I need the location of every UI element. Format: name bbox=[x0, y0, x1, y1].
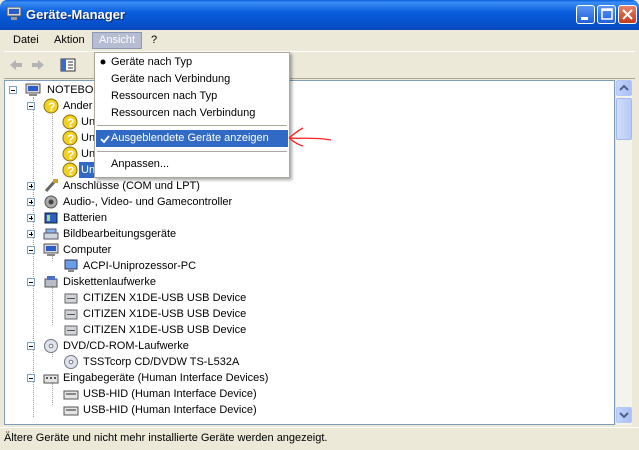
window-title: Geräte-Manager bbox=[26, 7, 125, 22]
tree-category-label: Eingabegeräte (Human Interface Devices) bbox=[63, 372, 269, 384]
tree-category-other-label: Ander bbox=[63, 100, 93, 112]
tree-category-label: Batterien bbox=[63, 212, 108, 224]
computer-icon bbox=[6, 7, 22, 20]
menu-datei[interactable]: Datei bbox=[7, 32, 45, 49]
speaker-icon bbox=[44, 195, 58, 209]
expand-toggle[interactable] bbox=[27, 182, 35, 190]
svg-text:?: ? bbox=[67, 164, 74, 178]
tree-item-label: TSSTcorp CD/DVDW TS-L532A bbox=[83, 356, 240, 368]
close-button[interactable] bbox=[618, 5, 637, 24]
menu-item-label: Geräte nach Verbindung bbox=[111, 73, 231, 85]
menu-item-devices-by-type[interactable]: Geräte nach Typ bbox=[96, 54, 288, 71]
svg-text:?: ? bbox=[67, 116, 74, 130]
menu-ansicht[interactable]: Ansicht bbox=[92, 32, 143, 49]
collapse-toggle[interactable] bbox=[27, 102, 35, 110]
menu-item-show-hidden-devices[interactable]: Ausgeblendete Geräte anzeigen bbox=[96, 130, 288, 147]
tree-item-label: CITIZEN X1DE-USB USB Device bbox=[83, 324, 247, 336]
menu-aktion[interactable]: Aktion bbox=[48, 32, 91, 49]
scroll-down-button[interactable] bbox=[616, 407, 632, 423]
maximize-icon bbox=[601, 8, 613, 20]
collapse-toggle[interactable] bbox=[27, 374, 35, 382]
hid-device-icon bbox=[63, 390, 79, 400]
tree-item-label: CITIZEN X1DE-USB USB Device bbox=[83, 308, 247, 320]
keyboard-icon bbox=[43, 374, 59, 384]
floppy-drive-icon bbox=[64, 325, 78, 336]
battery-icon bbox=[44, 212, 58, 224]
scroll-thumb[interactable] bbox=[616, 98, 632, 140]
menu-separator bbox=[97, 151, 287, 152]
question-device-icon: ? bbox=[43, 98, 59, 114]
maximize-button[interactable] bbox=[597, 5, 616, 24]
tree-category-label: Bildbearbeitungsgeräte bbox=[63, 228, 177, 240]
minimize-button[interactable] bbox=[576, 5, 595, 24]
question-device-icon: ? bbox=[62, 162, 78, 178]
back-arrow-icon[interactable] bbox=[6, 55, 26, 75]
tree-item-label: ACPI-Uniprozessor-PC bbox=[83, 260, 197, 272]
expand-toggle[interactable] bbox=[27, 214, 35, 222]
floppy-drive-icon bbox=[64, 309, 78, 320]
cd-icon bbox=[44, 339, 58, 353]
chevron-down-icon bbox=[619, 412, 629, 419]
menu-item-customize[interactable]: Anpassen... bbox=[96, 156, 288, 173]
tree-category-label: Computer bbox=[63, 244, 112, 256]
collapse-toggle[interactable] bbox=[27, 246, 35, 254]
vertical-scrollbar[interactable] bbox=[615, 80, 632, 425]
tree-item-label: Un bbox=[81, 148, 96, 160]
tree-category-label: Audio-, Video- und Gamecontroller bbox=[63, 196, 233, 208]
menu-item-resources-by-connection[interactable]: Ressourcen nach Verbindung bbox=[96, 105, 288, 122]
expand-toggle[interactable] bbox=[27, 198, 35, 206]
tree-category-label: Anschlüsse (COM und LPT) bbox=[63, 180, 200, 192]
port-icon bbox=[44, 179, 58, 193]
question-device-icon: ? bbox=[62, 114, 78, 130]
floppy-icon bbox=[44, 276, 58, 288]
collapse-toggle[interactable] bbox=[27, 342, 35, 350]
collapse-toggle[interactable] bbox=[27, 278, 35, 286]
ansicht-dropdown: Geräte nach Typ Geräte nach Verbindung R… bbox=[94, 52, 290, 178]
collapse-toggle[interactable] bbox=[9, 86, 17, 94]
svg-text:?: ? bbox=[48, 100, 55, 114]
console-tree-icon[interactable] bbox=[58, 55, 78, 75]
tree-item-label: USB-HID (Human Interface Device) bbox=[83, 404, 257, 416]
monitor-icon bbox=[64, 259, 78, 272]
menu-bar: Datei Aktion Ansicht ? bbox=[4, 30, 635, 52]
checkmark-icon bbox=[100, 135, 110, 144]
tree-item-label: USB-HID (Human Interface Device) bbox=[83, 388, 257, 400]
scanner-icon bbox=[43, 228, 59, 240]
title-bar[interactable]: Geräte-Manager bbox=[0, 0, 639, 30]
red-arrow-annotation-icon bbox=[288, 127, 332, 147]
status-text: Ältere Geräte und nicht mehr installiert… bbox=[4, 432, 328, 444]
computer-icon bbox=[43, 243, 59, 256]
svg-text:?: ? bbox=[67, 148, 74, 162]
chevron-up-icon bbox=[619, 84, 629, 91]
close-icon bbox=[622, 9, 633, 20]
floppy-drive-icon bbox=[64, 293, 78, 304]
tree-category-label: DVD/CD-ROM-Laufwerke bbox=[63, 340, 189, 352]
menu-item-devices-by-connection[interactable]: Geräte nach Verbindung bbox=[96, 71, 288, 88]
hid-device-icon bbox=[63, 406, 79, 416]
menu-item-label: Geräte nach Typ bbox=[111, 56, 193, 68]
tree-category-label: Diskettenlaufwerke bbox=[63, 276, 156, 288]
menu-separator bbox=[97, 125, 287, 126]
radio-bullet-icon bbox=[100, 59, 106, 65]
forward-arrow-icon[interactable] bbox=[28, 55, 48, 75]
menu-item-label: Anpassen... bbox=[111, 158, 170, 170]
menu-item-label: Ressourcen nach Verbindung bbox=[111, 107, 256, 119]
menu-item-label: Ressourcen nach Typ bbox=[111, 90, 218, 102]
scroll-up-button[interactable] bbox=[616, 80, 632, 96]
question-device-icon: ? bbox=[62, 130, 78, 146]
svg-text:?: ? bbox=[67, 132, 74, 146]
question-device-icon: ? bbox=[62, 146, 78, 162]
tree-item-label: CITIZEN X1DE-USB USB Device bbox=[83, 292, 247, 304]
expand-toggle[interactable] bbox=[27, 230, 35, 238]
status-bar: Ältere Geräte und nicht mehr installiert… bbox=[0, 427, 639, 450]
menu-help[interactable]: ? bbox=[145, 32, 163, 49]
computer-icon bbox=[25, 83, 41, 96]
minimize-icon bbox=[581, 17, 588, 20]
tree-item-label: Un bbox=[81, 116, 96, 128]
cd-icon bbox=[64, 355, 78, 369]
menu-item-resources-by-type[interactable]: Ressourcen nach Typ bbox=[96, 88, 288, 105]
tree-item-label: Un bbox=[81, 132, 96, 144]
menu-item-label: Ausgeblendete Geräte anzeigen bbox=[111, 132, 269, 144]
